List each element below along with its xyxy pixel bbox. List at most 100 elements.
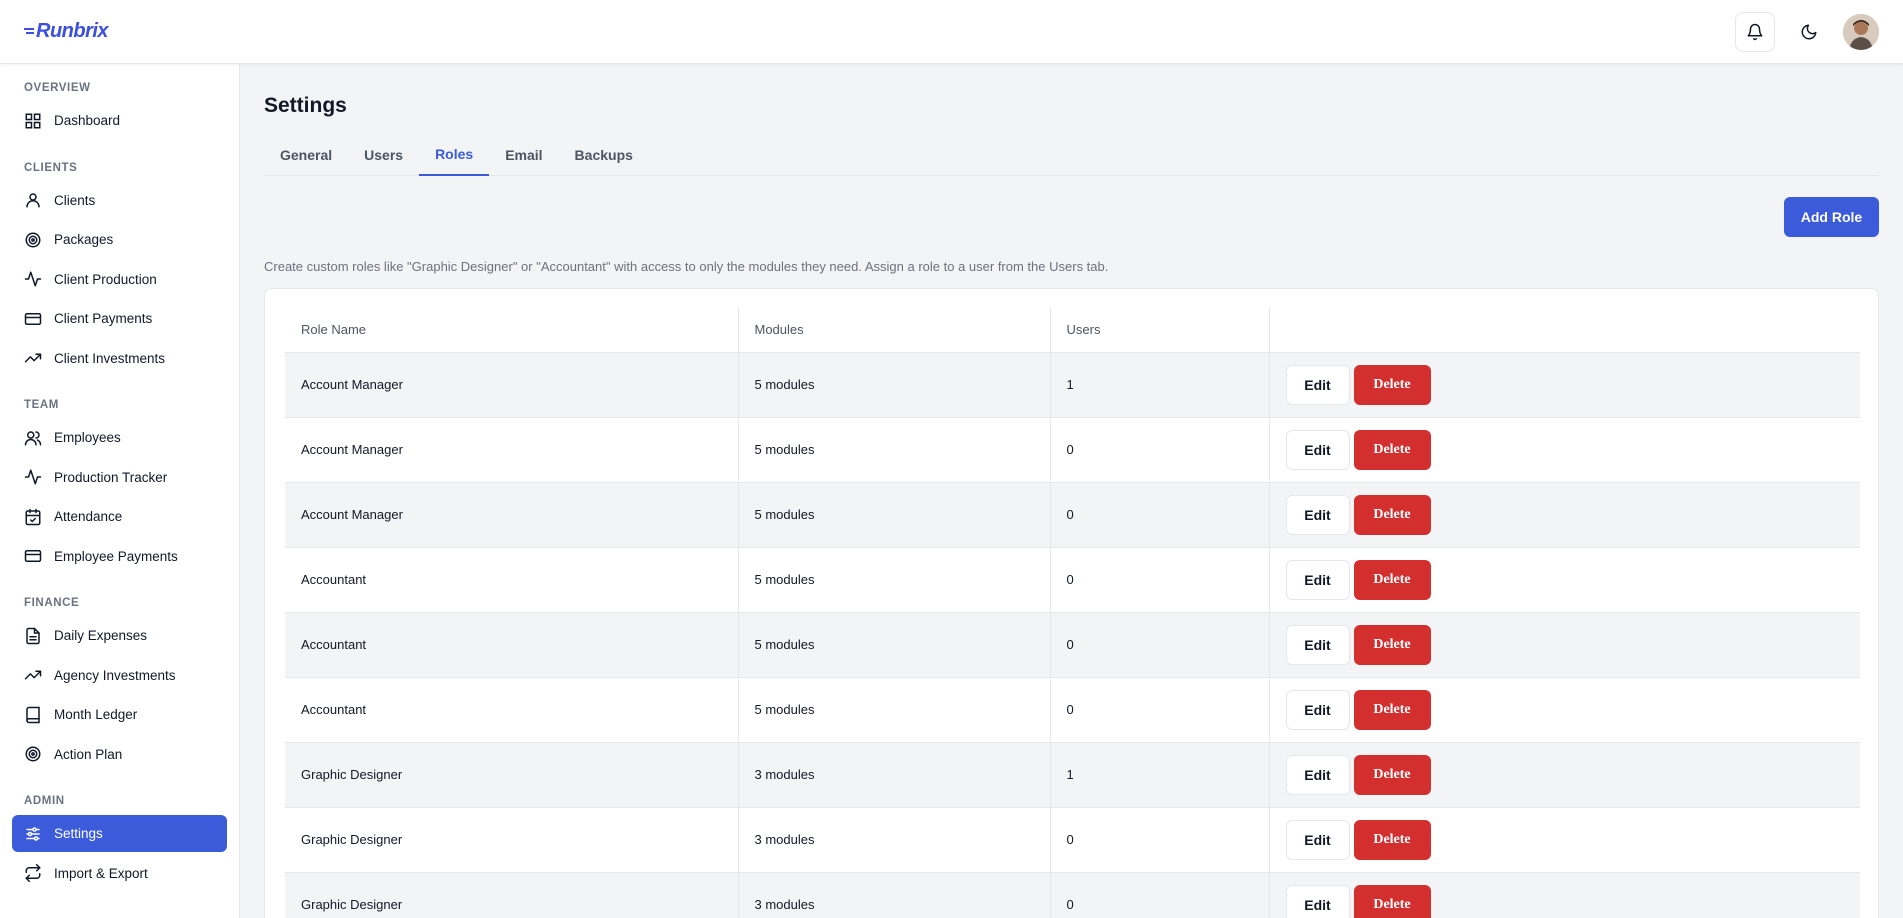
calendar-check-icon bbox=[25, 508, 41, 525]
role-name-cell: Graphic Designer bbox=[285, 872, 739, 918]
sidebar-item-client-investments[interactable]: Client Investments bbox=[12, 340, 227, 377]
delete-role-button[interactable]: Delete bbox=[1353, 754, 1431, 795]
actions-cell: Edit Delete bbox=[1269, 612, 1860, 678]
table-row: Account Manager 5 modules 0 Edit Delete bbox=[285, 417, 1860, 483]
sidebar-item-packages[interactable]: Packages bbox=[12, 221, 227, 258]
tab-general[interactable]: General bbox=[264, 134, 348, 176]
sidebar-item-import-export[interactable]: Import & Export bbox=[12, 855, 227, 892]
sidebar-item-action-plan[interactable]: Action Plan bbox=[12, 736, 227, 773]
edit-role-button[interactable]: Edit bbox=[1285, 689, 1350, 730]
role-name-cell: Accountant bbox=[285, 612, 739, 678]
table-row: Accountant 5 modules 0 Edit Delete bbox=[285, 677, 1860, 743]
delete-role-button[interactable]: Delete bbox=[1353, 689, 1431, 730]
sidebar-item-clients[interactable]: Clients bbox=[12, 182, 227, 219]
bell-icon bbox=[1747, 23, 1763, 40]
brand-name: Runbrix bbox=[36, 20, 109, 42]
tab-backups[interactable]: Backups bbox=[559, 134, 649, 176]
role-name-cell: Graphic Designer bbox=[285, 807, 739, 873]
users-cell: 0 bbox=[1050, 417, 1270, 483]
table-row: Accountant 5 modules 0 Edit Delete bbox=[285, 547, 1860, 613]
activity-icon bbox=[24, 469, 42, 485]
delete-role-button[interactable]: Delete bbox=[1353, 559, 1431, 600]
actions-cell: Edit Delete bbox=[1269, 352, 1860, 418]
tab-users[interactable]: Users bbox=[348, 134, 419, 176]
table-row: Graphic Designer 3 modules 0 Edit Delete bbox=[285, 807, 1860, 873]
sidebar-section-finance: FINANCE bbox=[24, 597, 80, 609]
avatar[interactable] bbox=[1843, 13, 1879, 50]
sidebar-item-label: Attendance bbox=[54, 509, 123, 524]
sidebar-item-daily-expenses[interactable]: Daily Expenses bbox=[12, 617, 227, 654]
sidebar: OVERVIEW Dashboard CLIENTS Clients Packa… bbox=[0, 64, 240, 918]
sidebar-item-label: Month Ledger bbox=[54, 707, 138, 722]
delete-role-button[interactable]: Delete bbox=[1353, 884, 1431, 918]
actions-cell: Edit Delete bbox=[1269, 417, 1860, 483]
delete-role-button[interactable]: Delete bbox=[1353, 429, 1431, 470]
roles-helper-text: Create custom roles like "Graphic Design… bbox=[264, 259, 1109, 274]
delete-role-button[interactable]: Delete bbox=[1353, 364, 1431, 405]
card-icon bbox=[24, 550, 42, 562]
edit-role-button[interactable]: Edit bbox=[1285, 754, 1350, 795]
users-icon bbox=[24, 430, 42, 445]
edit-role-button[interactable]: Edit bbox=[1285, 559, 1350, 600]
table-row: Accountant 5 modules 0 Edit Delete bbox=[285, 612, 1860, 678]
edit-role-button[interactable]: Edit bbox=[1285, 429, 1350, 470]
sidebar-item-label: Employee Payments bbox=[54, 548, 178, 564]
modules-cell: 5 modules bbox=[738, 352, 1051, 418]
notifications-button[interactable] bbox=[1735, 11, 1775, 52]
sidebar-item-settings[interactable]: Settings bbox=[12, 815, 227, 852]
role-name-cell: Accountant bbox=[285, 547, 739, 613]
actions-cell: Edit Delete bbox=[1269, 742, 1860, 808]
sidebar-item-dashboard[interactable]: Dashboard bbox=[12, 102, 227, 139]
sidebar-item-production-tracker[interactable]: Production Tracker bbox=[12, 459, 227, 496]
sidebar-item-label: Import & Export bbox=[54, 865, 148, 881]
modules-cell: 5 modules bbox=[738, 482, 1051, 548]
delete-role-button[interactable]: Delete bbox=[1353, 624, 1431, 665]
users-cell: 0 bbox=[1050, 807, 1270, 873]
sidebar-item-employees[interactable]: Employees bbox=[12, 419, 227, 456]
sidebar-item-client-payments[interactable]: Client Payments bbox=[12, 300, 227, 337]
sidebar-item-attendance[interactable]: Attendance bbox=[12, 498, 227, 535]
role-name-cell: Account Manager bbox=[285, 352, 739, 418]
edit-role-button[interactable]: Edit bbox=[1285, 884, 1350, 918]
sidebar-item-label: Agency Investments bbox=[54, 667, 176, 683]
tab-roles[interactable]: Roles bbox=[419, 134, 490, 176]
trending-up-icon bbox=[24, 353, 42, 363]
delete-role-button[interactable]: Delete bbox=[1353, 819, 1431, 860]
edit-role-button[interactable]: Edit bbox=[1285, 494, 1350, 535]
row-actions: Edit Delete bbox=[1285, 559, 1845, 600]
row-actions: Edit Delete bbox=[1285, 494, 1845, 535]
sidebar-item-employee-payments[interactable]: Employee Payments bbox=[12, 538, 227, 575]
target-icon bbox=[25, 232, 41, 247]
modules-cell: 5 modules bbox=[738, 547, 1051, 613]
edit-role-button[interactable]: Edit bbox=[1285, 364, 1350, 405]
actions-cell: Edit Delete bbox=[1269, 677, 1860, 743]
row-actions: Edit Delete bbox=[1285, 754, 1845, 795]
sidebar-item-label: Settings bbox=[54, 826, 103, 841]
sidebar-section-team: TEAM bbox=[24, 399, 59, 411]
delete-role-button[interactable]: Delete bbox=[1353, 494, 1431, 535]
sidebar-item-label: Client Payments bbox=[54, 311, 153, 326]
theme-toggle-button[interactable] bbox=[1789, 11, 1829, 52]
sidebar-item-label: Production Tracker bbox=[54, 469, 168, 485]
sidebar-item-month-ledger[interactable]: Month Ledger bbox=[12, 696, 227, 733]
sidebar-item-label: Client Investments bbox=[54, 350, 166, 366]
tab-email[interactable]: Email bbox=[489, 134, 558, 176]
sidebar-section-overview: OVERVIEW bbox=[24, 82, 91, 94]
roles-table-card: Role Name Modules Users Account Manager … bbox=[264, 288, 1879, 918]
brand-logo[interactable]: Runbrix bbox=[24, 20, 109, 43]
sidebar-item-agency-investments[interactable]: Agency Investments bbox=[12, 657, 227, 694]
row-actions: Edit Delete bbox=[1285, 689, 1845, 730]
row-actions: Edit Delete bbox=[1285, 364, 1845, 405]
users-cell: 0 bbox=[1050, 612, 1270, 678]
add-role-button[interactable]: Add Role bbox=[1784, 197, 1879, 237]
role-name-cell: Graphic Designer bbox=[285, 742, 739, 808]
sidebar-item-label: Dashboard bbox=[54, 113, 121, 128]
edit-role-button[interactable]: Edit bbox=[1285, 624, 1350, 665]
users-cell: 0 bbox=[1050, 872, 1270, 918]
sidebar-item-client-production[interactable]: Client Production bbox=[12, 261, 227, 298]
file-text-icon bbox=[26, 627, 40, 644]
main-content: Settings General Users Roles Email Backu… bbox=[240, 64, 1903, 918]
table-header-row: Role Name Modules Users bbox=[285, 307, 1860, 353]
edit-role-button[interactable]: Edit bbox=[1285, 819, 1350, 860]
settings-tabs: General Users Roles Email Backups bbox=[264, 134, 1879, 176]
